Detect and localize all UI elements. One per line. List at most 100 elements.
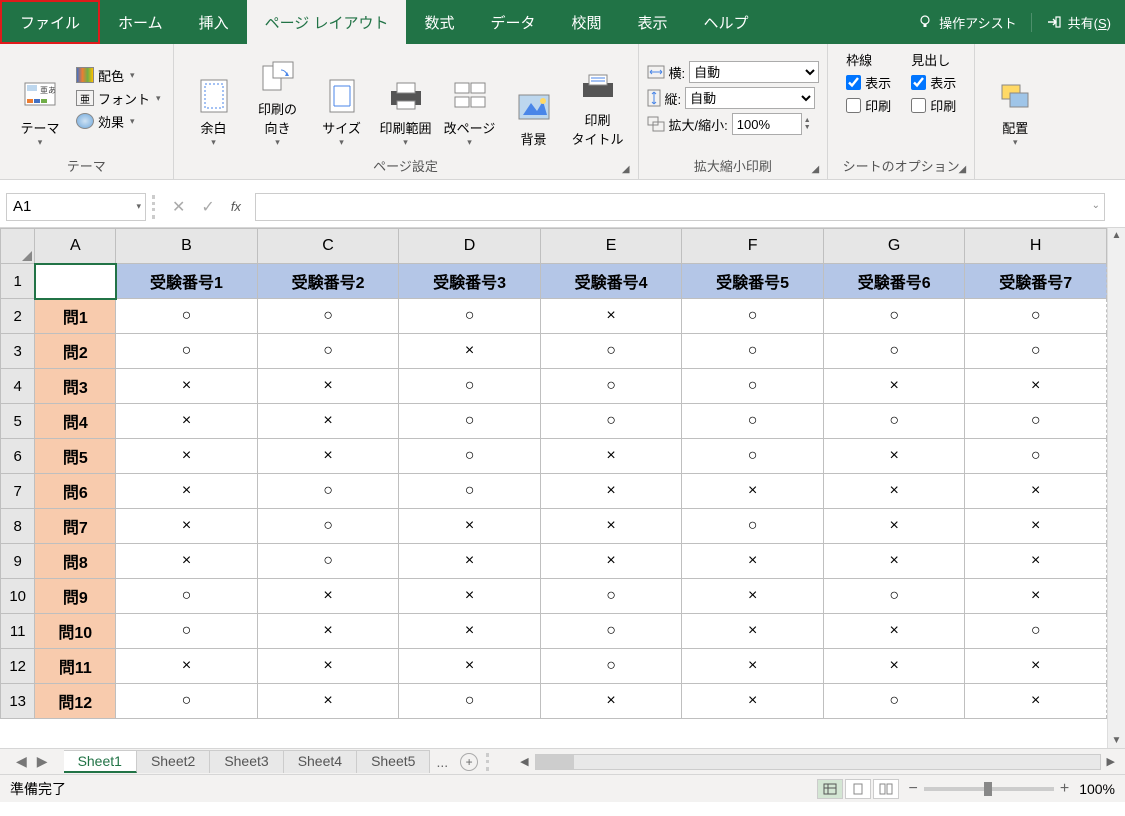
cell-G8[interactable]: × <box>823 509 965 544</box>
cell-A4[interactable]: 問3 <box>35 369 116 404</box>
cell-B5[interactable]: × <box>116 404 258 439</box>
cell-C6[interactable]: × <box>257 439 399 474</box>
cell-A8[interactable]: 問7 <box>35 509 116 544</box>
cell-G6[interactable]: × <box>823 439 965 474</box>
arrange-button[interactable]: 配置▾ <box>983 48 1047 148</box>
cell-E7[interactable]: × <box>540 474 682 509</box>
themes-button[interactable]: 亜あ テーマ▾ <box>8 48 72 148</box>
fx-icon[interactable]: fx <box>231 199 241 214</box>
sheet-tab-sheet3[interactable]: Sheet3 <box>210 750 283 773</box>
cell-G4[interactable]: × <box>823 369 965 404</box>
cell-D8[interactable]: × <box>399 509 541 544</box>
cell-B7[interactable]: × <box>116 474 258 509</box>
row-header-1[interactable]: 1 <box>1 264 35 299</box>
cell-C2[interactable]: ○ <box>257 299 399 334</box>
cell-D6[interactable]: ○ <box>399 439 541 474</box>
cell-D2[interactable]: ○ <box>399 299 541 334</box>
cell-F4[interactable]: ○ <box>682 369 824 404</box>
column-header-F[interactable]: F <box>682 229 824 264</box>
effects-button[interactable]: 効果▾ <box>72 110 165 133</box>
zoom-slider-track[interactable] <box>924 787 1054 791</box>
cell-A2[interactable]: 問1 <box>35 299 116 334</box>
row-header-3[interactable]: 3 <box>1 334 35 369</box>
cell-F11[interactable]: × <box>682 614 824 649</box>
cell-C5[interactable]: × <box>257 404 399 439</box>
tab-file[interactable]: ファイル <box>0 0 100 44</box>
zoom-out-button[interactable]: − <box>909 780 918 798</box>
enter-icon[interactable]: ✓ <box>201 197 214 217</box>
view-page-layout-button[interactable] <box>845 779 871 799</box>
column-header-B[interactable]: B <box>116 229 258 264</box>
cell-B4[interactable]: × <box>116 369 258 404</box>
cell-H5[interactable]: ○ <box>965 404 1107 439</box>
sheet-tab-sheet5[interactable]: Sheet5 <box>357 750 430 773</box>
cell-H1[interactable]: 受験番号7 <box>965 264 1107 299</box>
tab-view[interactable]: 表示 <box>620 0 686 44</box>
cell-B11[interactable]: ○ <box>116 614 258 649</box>
cell-G7[interactable]: × <box>823 474 965 509</box>
page-setup-launcher[interactable]: ◢ <box>622 164 630 175</box>
tab-data[interactable]: データ <box>472 0 553 44</box>
row-header-5[interactable]: 5 <box>1 404 35 439</box>
zoom-level[interactable]: 100% <box>1079 781 1115 797</box>
cell-E4[interactable]: ○ <box>540 369 682 404</box>
cell-A3[interactable]: 問2 <box>35 334 116 369</box>
cell-F1[interactable]: 受験番号5 <box>682 264 824 299</box>
background-button[interactable]: 背景 <box>502 48 566 148</box>
cell-H8[interactable]: × <box>965 509 1107 544</box>
cell-D13[interactable]: ○ <box>399 684 541 719</box>
print-area-button[interactable]: 印刷範囲▾ <box>374 48 438 148</box>
sheet-nav-prev[interactable]: ◀ <box>16 753 27 770</box>
cell-F9[interactable]: × <box>682 544 824 579</box>
new-sheet-button[interactable]: + <box>460 753 478 771</box>
cell-C12[interactable]: × <box>257 649 399 684</box>
row-header-9[interactable]: 9 <box>1 544 35 579</box>
cell-H12[interactable]: × <box>965 649 1107 684</box>
cell-D9[interactable]: × <box>399 544 541 579</box>
scale-up[interactable]: ▲ <box>804 117 811 124</box>
sheet-tab-sheet4[interactable]: Sheet4 <box>284 750 357 773</box>
cell-C8[interactable]: ○ <box>257 509 399 544</box>
cell-B10[interactable]: ○ <box>116 579 258 614</box>
orientation-button[interactable]: 印刷の 向き▾ <box>246 48 310 148</box>
cell-B12[interactable]: × <box>116 649 258 684</box>
cell-E9[interactable]: × <box>540 544 682 579</box>
spreadsheet-grid[interactable]: ABCDEFGH1受験番号1受験番号2受験番号3受験番号4受験番号5受験番号6受… <box>0 228 1107 719</box>
cell-B3[interactable]: ○ <box>116 334 258 369</box>
sheet-more[interactable]: ... <box>430 754 454 770</box>
name-box[interactable]: A1▾ <box>6 193 146 221</box>
cell-E11[interactable]: ○ <box>540 614 682 649</box>
cell-H4[interactable]: × <box>965 369 1107 404</box>
cell-D3[interactable]: × <box>399 334 541 369</box>
scale-input[interactable] <box>732 113 802 135</box>
column-header-D[interactable]: D <box>399 229 541 264</box>
row-header-6[interactable]: 6 <box>1 439 35 474</box>
cell-H3[interactable]: ○ <box>965 334 1107 369</box>
cell-C3[interactable]: ○ <box>257 334 399 369</box>
print-titles-button[interactable]: 印刷 タイトル <box>566 48 630 148</box>
scale-launcher[interactable]: ◢ <box>811 164 819 175</box>
column-header-C[interactable]: C <box>257 229 399 264</box>
cell-E13[interactable]: × <box>540 684 682 719</box>
view-page-break-button[interactable] <box>873 779 899 799</box>
cell-C4[interactable]: × <box>257 369 399 404</box>
cell-E5[interactable]: ○ <box>540 404 682 439</box>
row-header-13[interactable]: 13 <box>1 684 35 719</box>
breaks-button[interactable]: 改ページ▾ <box>438 48 502 148</box>
cell-H13[interactable]: × <box>965 684 1107 719</box>
cell-H6[interactable]: ○ <box>965 439 1107 474</box>
column-header-H[interactable]: H <box>965 229 1107 264</box>
tell-me-search[interactable]: 操作アシスト <box>903 13 1030 32</box>
tab-review[interactable]: 校閲 <box>554 0 620 44</box>
cell-D12[interactable]: × <box>399 649 541 684</box>
margins-button[interactable]: 余白▾ <box>182 48 246 148</box>
cell-A10[interactable]: 問9 <box>35 579 116 614</box>
scale-width-select[interactable]: 自動 <box>689 61 819 83</box>
cell-C11[interactable]: × <box>257 614 399 649</box>
cell-D7[interactable]: ○ <box>399 474 541 509</box>
cell-C9[interactable]: ○ <box>257 544 399 579</box>
cell-A6[interactable]: 問5 <box>35 439 116 474</box>
cell-G5[interactable]: ○ <box>823 404 965 439</box>
share-button[interactable]: 共有(S) <box>1031 13 1125 32</box>
zoom-in-button[interactable]: + <box>1060 780 1069 798</box>
